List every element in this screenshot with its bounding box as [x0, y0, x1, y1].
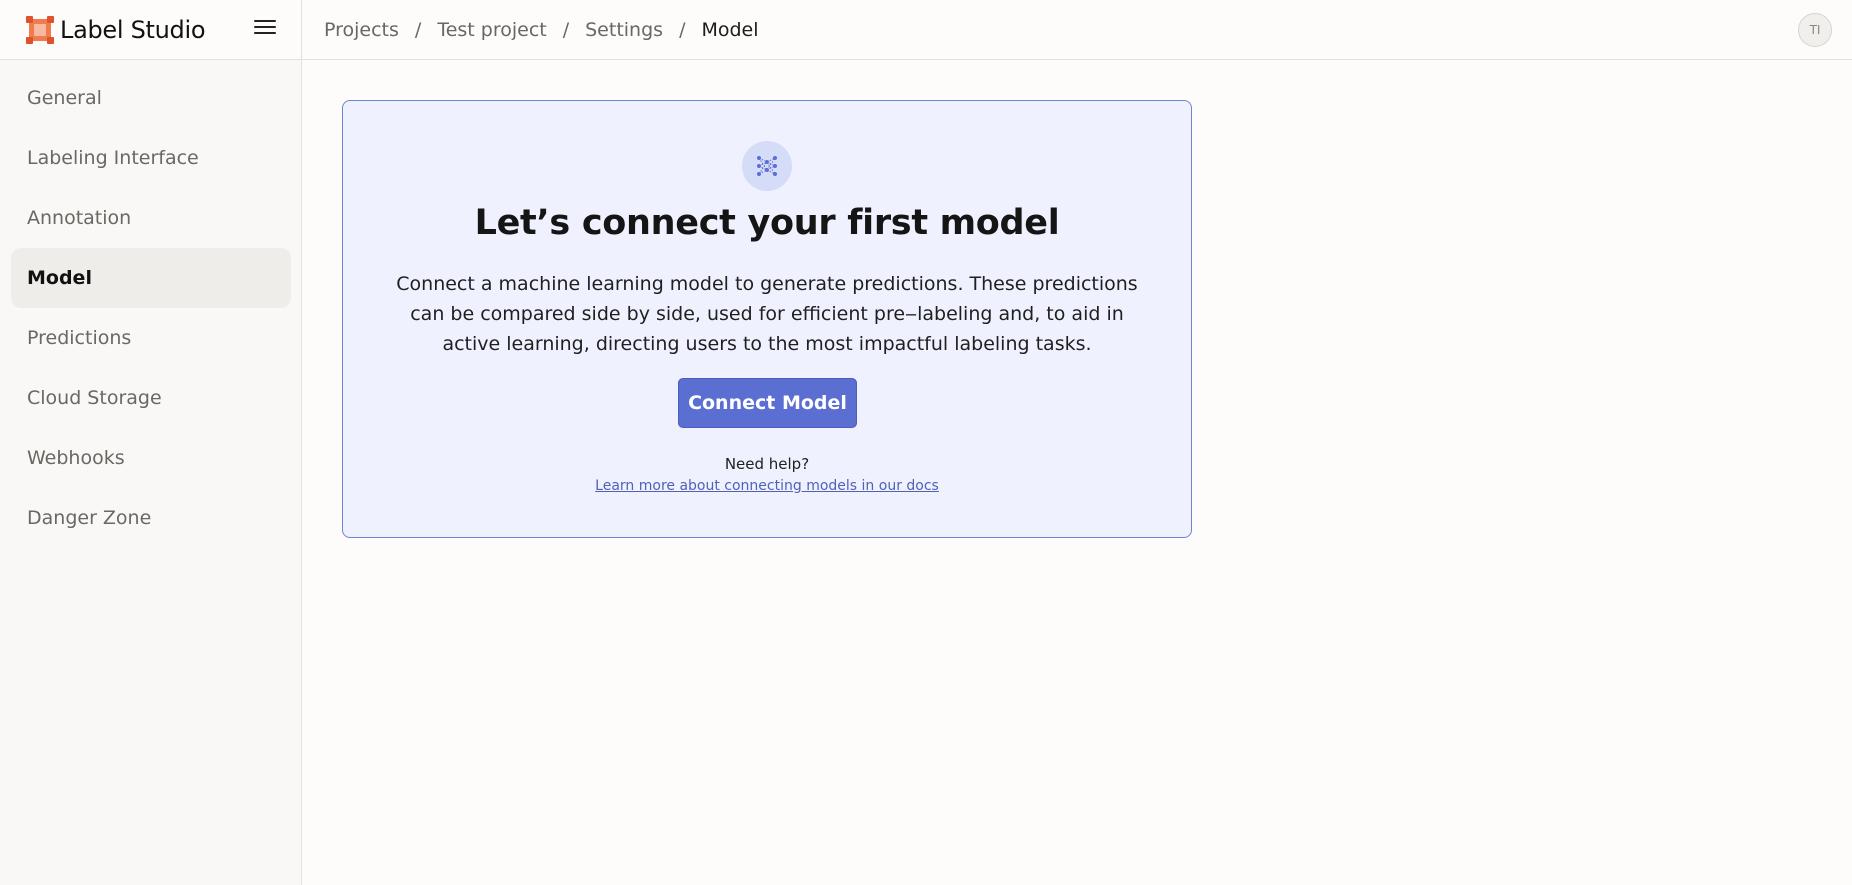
breadcrumb-separator: / — [414, 18, 422, 41]
brand-name[interactable]: Label Studio — [60, 16, 206, 44]
menu-icon[interactable] — [252, 18, 278, 42]
breadcrumb-settings[interactable]: Settings — [585, 19, 663, 41]
app-window: Label Studio Projects / Test project / S… — [0, 0, 1852, 885]
connect-model-button[interactable]: Connect Model — [678, 378, 857, 428]
docs-link[interactable]: Learn more about connecting models in ou… — [343, 478, 1191, 494]
breadcrumb-separator: / — [562, 18, 570, 41]
sidebar-item-model[interactable]: Model — [11, 248, 291, 308]
brand-area: Label Studio — [0, 0, 302, 60]
neural-network-icon — [742, 141, 792, 191]
breadcrumb-model: Model — [701, 18, 759, 41]
top-bar: Label Studio Projects / Test project / S… — [0, 0, 1852, 60]
avatar[interactable]: TI — [1798, 13, 1832, 47]
breadcrumb: Projects / Test project / Settings / Mod… — [302, 19, 759, 41]
card-title: Let’s connect your first model — [474, 203, 1060, 243]
breadcrumb-projects[interactable]: Projects — [324, 19, 399, 41]
breadcrumb-separator: / — [679, 18, 686, 41]
sidebar-item-predictions[interactable]: Predictions — [11, 308, 291, 368]
label-studio-logo-icon[interactable] — [26, 15, 54, 44]
breadcrumb-test-project[interactable]: Test project — [437, 19, 546, 41]
card-description: Connect a machine learning model to gene… — [396, 273, 1138, 355]
sidebar-item-cloud-storage[interactable]: Cloud Storage — [11, 368, 291, 428]
sidebar-item-labeling-interface[interactable]: Labeling Interface — [11, 128, 291, 188]
sidebar-item-webhooks[interactable]: Webhooks — [11, 428, 291, 488]
settings-sidebar: General Labeling Interface Annotation Mo… — [0, 60, 302, 885]
help-label: Need help? — [724, 455, 810, 473]
sidebar-item-danger-zone[interactable]: Danger Zone — [11, 488, 291, 548]
connect-model-card: Let’s connect your first model Connect a… — [342, 100, 1192, 538]
main-content: Let’s connect your first model Connect a… — [303, 61, 1852, 885]
sidebar-item-general[interactable]: General — [11, 68, 291, 128]
sidebar-item-annotation[interactable]: Annotation — [11, 188, 291, 248]
